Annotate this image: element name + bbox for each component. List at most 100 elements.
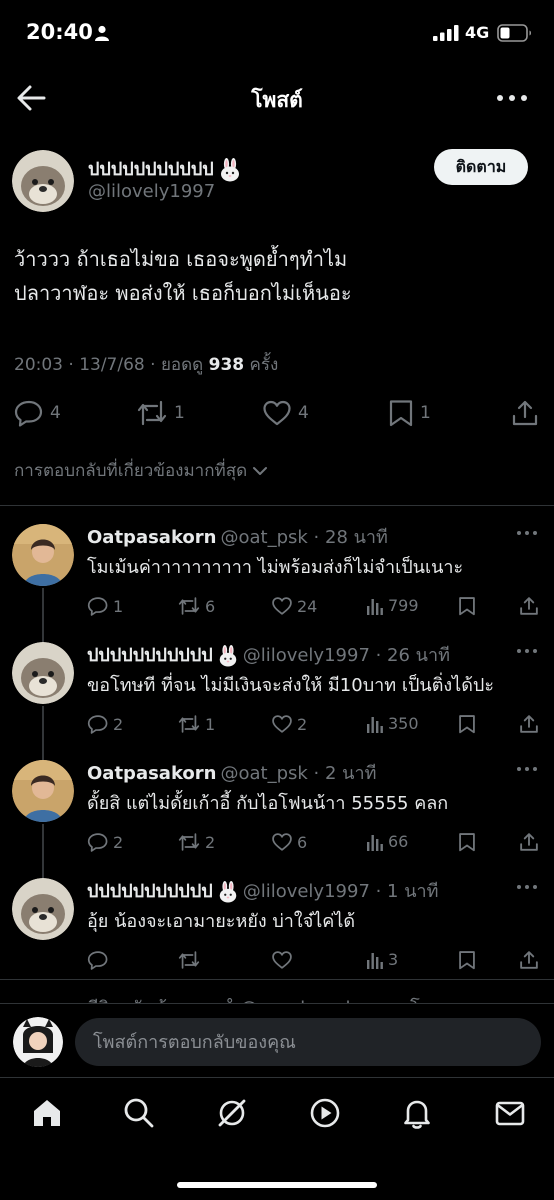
bookmark-count: 1 bbox=[420, 403, 431, 423]
reply-action[interactable]: 2 bbox=[87, 714, 123, 734]
bookmark-icon bbox=[459, 715, 475, 734]
more-options-icon[interactable] bbox=[494, 83, 530, 113]
notifications-bell-icon[interactable] bbox=[400, 1096, 434, 1130]
reply-item[interactable]: ปปปปปปปปปปป @lilovely1997 · 1 นาที อุ้ย น… bbox=[0, 860, 554, 980]
views-action[interactable]: 350 bbox=[366, 714, 419, 733]
reply-text: ดั้ยสิ แต่ไม่ดั้ยเก้าอี้ กับไอโฟนน้าา 55… bbox=[87, 793, 449, 814]
like-action[interactable]: 24 bbox=[271, 596, 317, 616]
bookmark-action[interactable] bbox=[458, 950, 476, 970]
like-action[interactable]: 6 bbox=[271, 832, 307, 852]
reply-action[interactable] bbox=[87, 950, 113, 970]
views-action[interactable]: 3 bbox=[366, 950, 398, 969]
reply-author-name[interactable]: ปปปปปปปปปปป bbox=[87, 881, 239, 903]
views-count: 66 bbox=[388, 832, 409, 851]
like-count: 2 bbox=[297, 714, 308, 734]
heart-icon bbox=[272, 951, 292, 969]
reply-avatar[interactable] bbox=[12, 642, 74, 704]
repost-count: 1 bbox=[205, 714, 216, 734]
reply-action[interactable]: 1 bbox=[87, 596, 123, 616]
share-action[interactable] bbox=[519, 714, 539, 734]
views-chart-icon bbox=[367, 952, 383, 969]
repost-action[interactable]: 2 bbox=[177, 832, 215, 852]
reply-author-name[interactable]: ปปปปปปปปปปป bbox=[87, 645, 239, 667]
like-action[interactable]: 2 bbox=[271, 714, 307, 734]
reply-icon bbox=[87, 951, 108, 970]
bookmark-icon bbox=[459, 597, 475, 616]
partial-reply[interactable]: นีริวลนันช้อมรรย ˚ @pacchanplease · โพแบ… bbox=[0, 985, 554, 1005]
reply-author-name[interactable]: Oatpasakorn bbox=[87, 527, 217, 548]
share-action[interactable] bbox=[519, 596, 539, 616]
user-avatar[interactable] bbox=[13, 1017, 63, 1067]
reply-action[interactable]: 4 bbox=[14, 399, 61, 427]
heart-icon bbox=[272, 597, 292, 615]
home-icon[interactable] bbox=[30, 1096, 64, 1130]
views-chart-icon bbox=[367, 598, 383, 615]
rabbit-emoji-icon bbox=[219, 645, 236, 667]
reply-text: ขอโทษที ที่จน ไม่มีเงินจะส่งให้ มี10บาท … bbox=[87, 675, 495, 696]
reply-meta: @lilovely1997 · 26 นาที bbox=[242, 645, 450, 666]
grok-icon[interactable] bbox=[215, 1096, 249, 1130]
reply-icon bbox=[87, 833, 108, 852]
share-action[interactable] bbox=[519, 950, 539, 970]
heart-icon bbox=[272, 833, 292, 851]
follow-button[interactable]: ติดตาม bbox=[434, 149, 528, 185]
repost-action[interactable]: 1 bbox=[177, 714, 215, 734]
bookmark-action[interactable] bbox=[458, 596, 476, 616]
like-count: 24 bbox=[297, 596, 318, 616]
reply-meta: @oat_psk · 28 นาที bbox=[220, 527, 388, 548]
reply-meta: @lilovely1997 · 1 นาที bbox=[242, 881, 439, 902]
reply-item[interactable]: ปปปปปปปปปปป @lilovely1997 · 26 นาที ขอโทษ… bbox=[0, 624, 554, 742]
like-action[interactable]: 4 bbox=[262, 399, 309, 427]
repost-action[interactable] bbox=[177, 950, 205, 970]
more-options-icon[interactable] bbox=[515, 646, 539, 656]
status-time: 20:40 bbox=[26, 20, 93, 44]
views-chart-icon bbox=[367, 834, 383, 851]
reply-compose-bar bbox=[0, 1003, 554, 1077]
reply-count: 4 bbox=[50, 403, 61, 423]
views-action[interactable]: 799 bbox=[366, 596, 419, 615]
reply-icon bbox=[87, 597, 108, 616]
network-type: 4G bbox=[465, 23, 490, 42]
share-icon bbox=[520, 597, 538, 615]
reply-item[interactable]: Oatpasakorn @oat_psk · 28 นาที โมเม้นค่าา… bbox=[0, 506, 554, 624]
bookmark-action[interactable] bbox=[458, 832, 476, 852]
author-avatar[interactable] bbox=[12, 150, 74, 212]
reply-author-name[interactable]: Oatpasakorn bbox=[87, 763, 217, 784]
author-handle[interactable]: @lilovely1997 bbox=[88, 181, 215, 202]
reply-avatar[interactable] bbox=[12, 760, 74, 822]
rabbit-emoji-icon bbox=[219, 881, 236, 903]
views-action[interactable]: 66 bbox=[366, 832, 408, 851]
bookmark-action[interactable]: 1 bbox=[388, 399, 431, 427]
reply-input[interactable] bbox=[75, 1018, 541, 1066]
share-action[interactable] bbox=[519, 832, 539, 852]
more-options-icon[interactable] bbox=[515, 764, 539, 774]
share-action[interactable] bbox=[511, 399, 539, 427]
bookmark-icon bbox=[389, 400, 413, 427]
video-play-icon[interactable] bbox=[308, 1096, 342, 1130]
person-icon bbox=[95, 25, 109, 41]
messages-envelope-icon[interactable] bbox=[493, 1096, 527, 1130]
repost-action[interactable]: 1 bbox=[136, 399, 185, 427]
reply-icon bbox=[87, 715, 108, 734]
bookmark-action[interactable] bbox=[458, 714, 476, 734]
repost-count: 2 bbox=[205, 832, 216, 852]
repost-action[interactable]: 6 bbox=[177, 596, 215, 616]
author-name[interactable]: ปปปปปปปปปปป bbox=[88, 154, 242, 183]
more-options-icon[interactable] bbox=[515, 882, 539, 892]
main-post: ปปปปปปปปปปป @lilovely1997 ติดตาม ว้าววว … bbox=[0, 130, 554, 506]
reply-item[interactable]: Oatpasakorn @oat_psk · 2 นาที ดั้ยสิ แต่ไ… bbox=[0, 742, 554, 860]
views-count: 350 bbox=[388, 714, 419, 733]
reply-header: Oatpasakorn @oat_psk · 28 นาที bbox=[87, 522, 388, 551]
more-options-icon[interactable] bbox=[515, 528, 539, 538]
share-icon bbox=[520, 833, 538, 851]
reply-meta: @oat_psk · 2 นาที bbox=[220, 763, 377, 784]
reply-avatar[interactable] bbox=[12, 524, 74, 586]
reply-avatar[interactable] bbox=[12, 878, 74, 940]
like-action[interactable] bbox=[271, 950, 297, 970]
reply-action[interactable]: 2 bbox=[87, 832, 123, 852]
reply-sort-selector[interactable]: การตอบกลับที่เกี่ยวข้องมากที่สุด bbox=[14, 457, 269, 484]
search-icon[interactable] bbox=[122, 1096, 156, 1130]
page-title: โพสต์ bbox=[251, 88, 303, 112]
repost-icon bbox=[178, 833, 200, 851]
bookmark-icon bbox=[459, 951, 475, 970]
